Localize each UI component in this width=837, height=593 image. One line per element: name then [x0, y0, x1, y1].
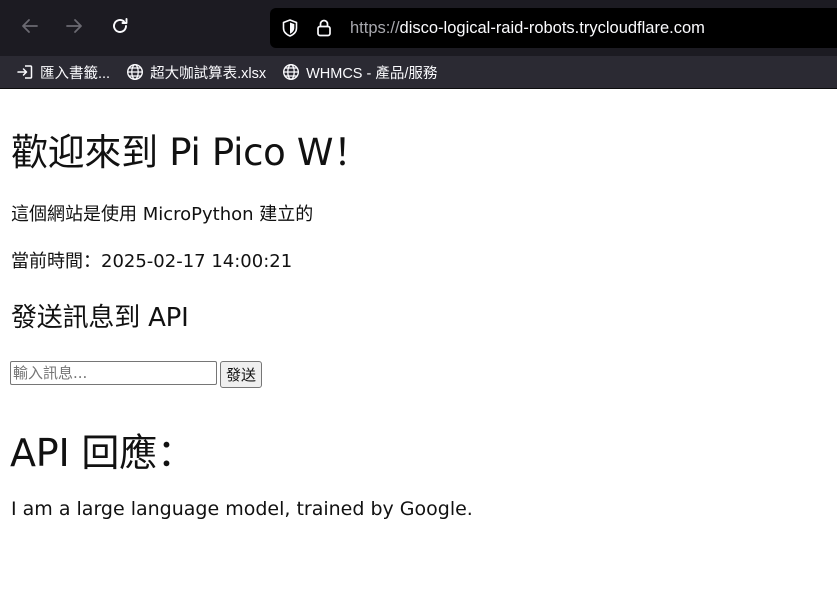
response-text: I am a large language model, trained by …	[11, 498, 473, 520]
page-content: 歡迎來到 Pi Pico W！ 這個網站是使用 MicroPython 建立的 …	[0, 89, 837, 593]
arrow-right-icon	[64, 16, 84, 41]
send-button[interactable]: 發送	[220, 361, 263, 388]
reload-icon	[110, 16, 130, 41]
globe-icon	[282, 63, 300, 81]
bookmark-label: WHMCS - 產品/服務	[306, 65, 438, 82]
url-bar[interactable]: https://disco-logical-raid-robots.tryclo…	[270, 8, 837, 48]
back-button[interactable]	[16, 14, 44, 42]
arrow-left-icon	[20, 16, 40, 41]
url-text[interactable]: https://disco-logical-raid-robots.tryclo…	[350, 19, 705, 38]
shield-icon[interactable]	[278, 16, 302, 40]
bookmark-spreadsheet[interactable]: 超大咖試算表.xlsx	[126, 62, 266, 83]
response-heading: API 回應：	[10, 431, 195, 475]
reload-button[interactable]	[106, 14, 134, 42]
bookmark-import[interactable]: 匯入書籤...	[16, 62, 110, 83]
form-heading: 發送訊息到 API	[11, 303, 189, 333]
lock-icon[interactable]	[312, 16, 336, 40]
current-time: 當前時間：2025-02-17 14:00:21	[11, 251, 293, 272]
url-scheme: https://	[350, 18, 400, 37]
url-host: disco-logical-raid-robots.trycloudflare.…	[399, 18, 705, 37]
page-subtitle: 這個網站是使用 MicroPython 建立的	[11, 204, 314, 225]
bookmarks-toolbar: 匯入書籤... 超大咖試算表.xlsx WHMCS - 產品/服務	[0, 56, 837, 88]
message-input[interactable]	[10, 361, 217, 385]
bookmark-label: 匯入書籤...	[40, 65, 111, 82]
globe-icon	[126, 63, 144, 81]
bookmark-whmcs[interactable]: WHMCS - 產品/服務	[282, 62, 437, 83]
bookmark-label: 超大咖試算表.xlsx	[150, 65, 267, 82]
forward-button[interactable]	[60, 14, 88, 42]
browser-toolbar: https://disco-logical-raid-robots.tryclo…	[0, 0, 837, 56]
import-icon	[16, 63, 34, 81]
page-title: 歡迎來到 Pi Pico W！	[11, 131, 370, 174]
